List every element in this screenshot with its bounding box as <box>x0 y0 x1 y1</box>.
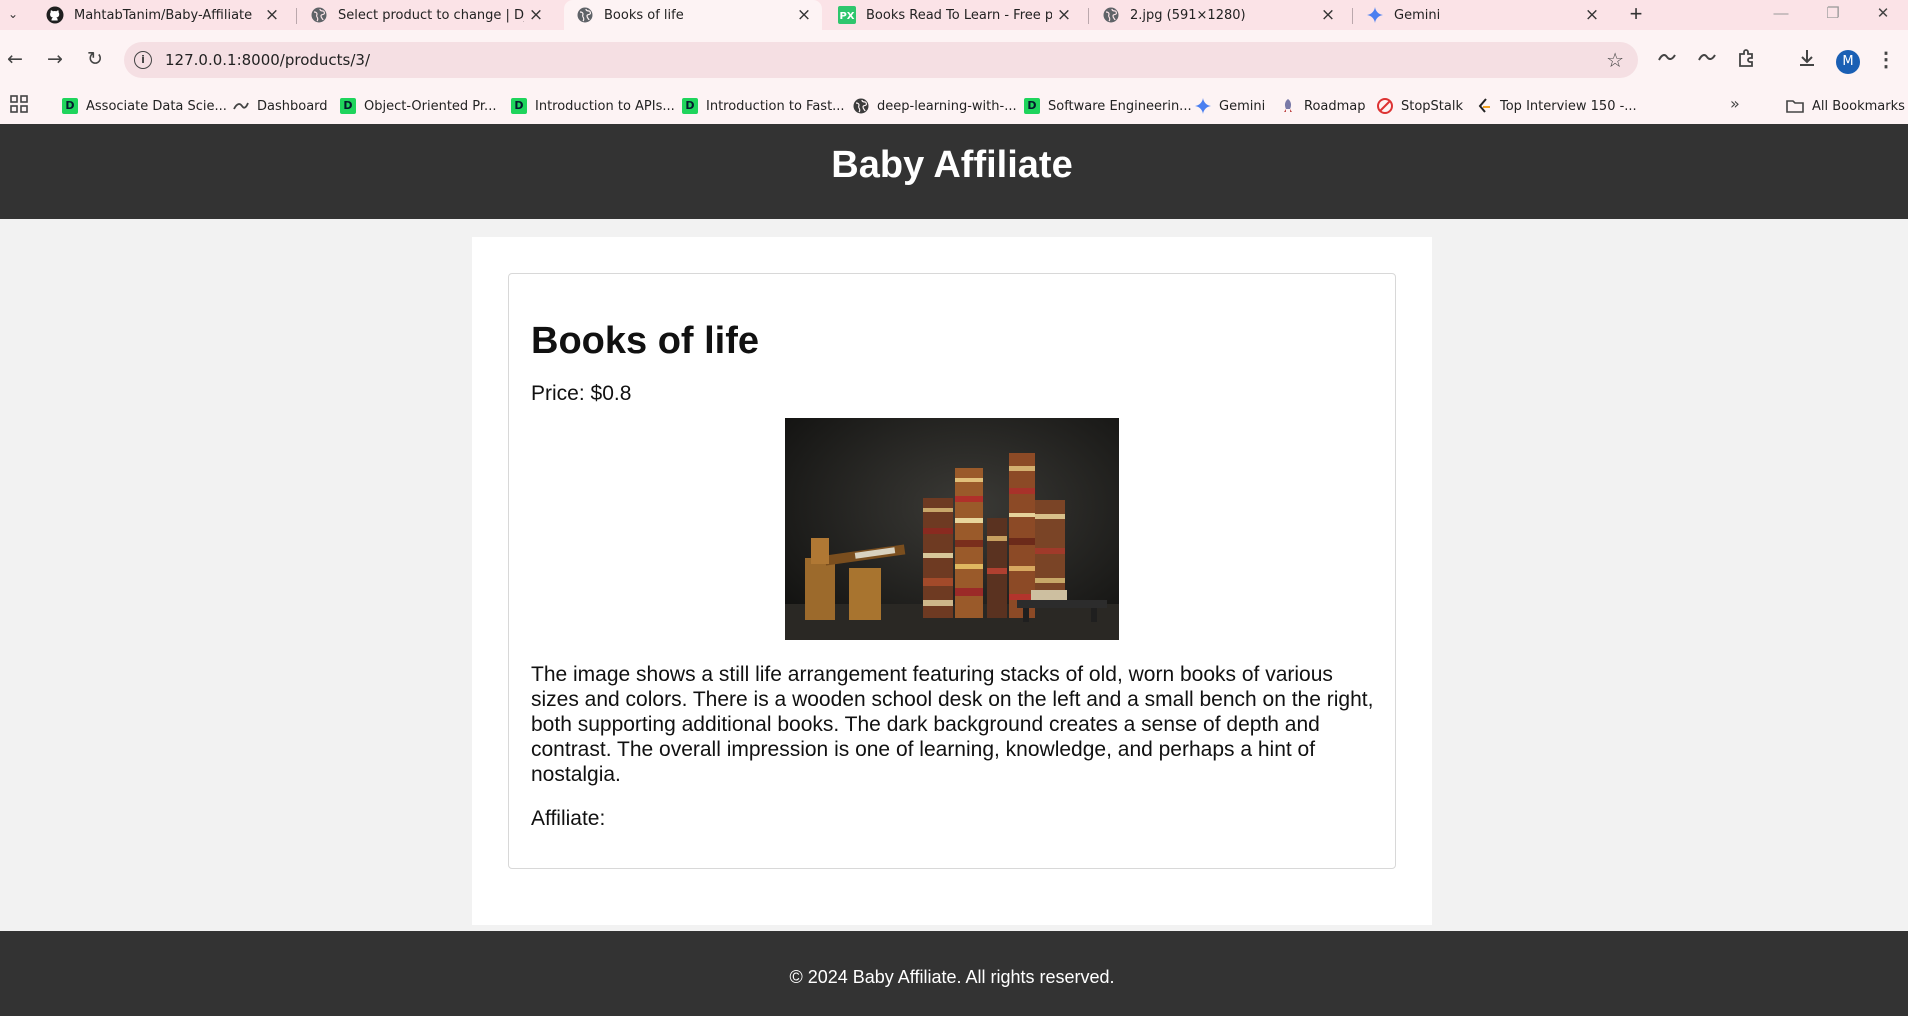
back-arrow-icon[interactable]: ← <box>4 48 26 70</box>
forward-arrow-icon[interactable]: → <box>44 48 66 70</box>
download-icon[interactable] <box>1794 48 1820 72</box>
gemini-icon <box>1366 6 1384 24</box>
tab-github[interactable]: MahtabTanim/Baby-Affiliate × <box>34 0 290 30</box>
tab-title: Books Read To Learn - Free pho <box>866 7 1052 23</box>
globe-icon <box>576 6 594 24</box>
svg-text:PX: PX <box>839 11 854 22</box>
bookmark-item[interactable]: Gemini <box>1195 95 1265 117</box>
product-image <box>785 418 1119 640</box>
apps-grid-icon[interactable] <box>10 95 28 113</box>
product-title: Books of life <box>531 320 760 362</box>
close-icon[interactable]: × <box>1580 5 1604 25</box>
bookmark-item[interactable]: D Introduction to APIs... <box>511 95 675 117</box>
restore-icon[interactable]: ❐ <box>1812 0 1854 28</box>
bookmark-label: Introduction to Fast... <box>706 98 845 114</box>
all-bookmarks-button[interactable]: All Bookmarks <box>1786 95 1905 117</box>
extension-wave-icon[interactable] <box>1694 48 1720 72</box>
bookmarks-bar: D Associate Data Scie... Dashboard D Obj… <box>0 88 1908 124</box>
tab-title: Books of life <box>604 7 684 23</box>
globe-icon <box>1102 6 1120 24</box>
tab-strip: ⌄ MahtabTanim/Baby-Affiliate × Select pr… <box>0 0 1908 30</box>
product-description: The image shows a still life arrangement… <box>531 663 1374 786</box>
site-footer: © 2024 Baby Affiliate. All rights reserv… <box>0 931 1908 1016</box>
tab-divider <box>1352 8 1353 24</box>
site-title: Baby Affiliate <box>831 144 1073 186</box>
close-icon[interactable]: × <box>1052 5 1076 25</box>
close-icon[interactable]: × <box>524 5 548 25</box>
tab-title: Select product to change | Djan <box>338 7 524 23</box>
bookmark-item[interactable]: deep-learning-with-... <box>853 95 1017 117</box>
tab-divider <box>296 8 297 24</box>
bookmark-label: Associate Data Scie... <box>86 98 227 114</box>
tab-divider <box>1088 8 1089 24</box>
bookmark-item[interactable]: Roadmap <box>1280 95 1366 117</box>
window-close-icon[interactable]: ✕ <box>1862 0 1904 28</box>
bookmark-item[interactable]: D Introduction to Fast... <box>682 95 845 117</box>
tab-pixabay[interactable]: PX Books Read To Learn - Free pho × <box>826 0 1082 30</box>
datacamp-icon: D <box>1024 98 1040 114</box>
new-tab-button[interactable]: + <box>1624 2 1648 26</box>
pixabay-icon: PX <box>838 6 856 24</box>
bookmark-label: StopStalk <box>1401 98 1464 114</box>
bookmark-label: Object-Oriented Pr... <box>364 98 497 114</box>
profile-avatar[interactable]: M <box>1836 50 1860 74</box>
tab-books-of-life[interactable]: Books of life × <box>564 0 822 30</box>
leetcode-icon <box>1476 98 1492 114</box>
bookmark-label: Introduction to APIs... <box>535 98 675 114</box>
more-menu-icon[interactable]: ⋮ <box>1876 48 1896 72</box>
site-info-icon[interactable]: i <box>134 51 152 69</box>
rocket-icon <box>1280 98 1296 114</box>
bookmark-label: Gemini <box>1219 98 1266 114</box>
bookmark-item[interactable]: Dashboard <box>233 95 328 117</box>
bookmark-label: Software Engineerin... <box>1048 98 1192 114</box>
reload-icon[interactable]: ↻ <box>84 48 106 70</box>
tab-title: 2.jpg (591×1280) <box>1130 7 1246 23</box>
folder-icon <box>1786 99 1804 113</box>
affiliate-label: Affiliate: <box>531 807 606 830</box>
bookmark-item[interactable]: StopStalk <box>1377 95 1463 117</box>
product-card: Books of life Price: $0.8 The image show… <box>508 273 1396 869</box>
datacamp-icon: D <box>340 98 356 114</box>
address-bar[interactable]: i 127.0.0.1:8000/products/3/ ☆ <box>124 42 1638 78</box>
site-header: Baby Affiliate <box>0 124 1908 219</box>
bookmark-label: deep-learning-with-... <box>877 98 1017 114</box>
all-bookmarks-label: All Bookmarks <box>1812 98 1905 114</box>
github-icon <box>46 6 64 24</box>
minimize-icon[interactable]: — <box>1760 0 1802 28</box>
close-icon[interactable]: × <box>792 5 816 25</box>
bookmark-label: Roadmap <box>1304 98 1366 114</box>
bookmark-label: Top Interview 150 -... <box>1500 98 1637 114</box>
close-icon[interactable]: × <box>260 5 284 25</box>
extensions-puzzle-icon[interactable] <box>1734 48 1760 72</box>
bookmark-label: Dashboard <box>257 98 328 114</box>
globe-icon <box>310 6 328 24</box>
url-text[interactable]: 127.0.0.1:8000/products/3/ <box>165 51 370 69</box>
datacamp-icon: D <box>62 98 78 114</box>
more-bookmarks-chevron-icon[interactable]: » <box>1730 94 1740 113</box>
bookmark-item[interactable]: D Object-Oriented Pr... <box>340 95 496 117</box>
dashboard-icon <box>233 98 249 114</box>
bookmark-item[interactable]: Top Interview 150 -... <box>1476 95 1637 117</box>
tab-search-chevron-icon[interactable]: ⌄ <box>0 0 26 28</box>
tab-django-admin[interactable]: Select product to change | Djan × <box>298 0 554 30</box>
tab-title: Gemini <box>1394 7 1441 23</box>
stopstalk-icon <box>1377 98 1393 114</box>
product-price: Price: $0.8 <box>531 382 632 405</box>
bookmark-star-icon[interactable]: ☆ <box>1606 48 1624 72</box>
close-icon[interactable]: × <box>1316 5 1340 25</box>
tab-image[interactable]: 2.jpg (591×1280) × <box>1090 0 1346 30</box>
footer-copyright: © 2024 Baby Affiliate. All rights reserv… <box>789 967 1115 987</box>
gemini-icon <box>1195 98 1211 114</box>
globe-icon <box>853 98 869 114</box>
bookmark-item[interactable]: D Associate Data Scie... <box>62 95 227 117</box>
extension-wave-icon[interactable] <box>1654 48 1680 72</box>
bookmark-item[interactable]: D Software Engineerin... <box>1024 95 1192 117</box>
tab-gemini[interactable]: Gemini × <box>1354 0 1610 30</box>
datacamp-icon: D <box>682 98 698 114</box>
datacamp-icon: D <box>511 98 527 114</box>
tab-title: MahtabTanim/Baby-Affiliate <box>74 7 253 23</box>
